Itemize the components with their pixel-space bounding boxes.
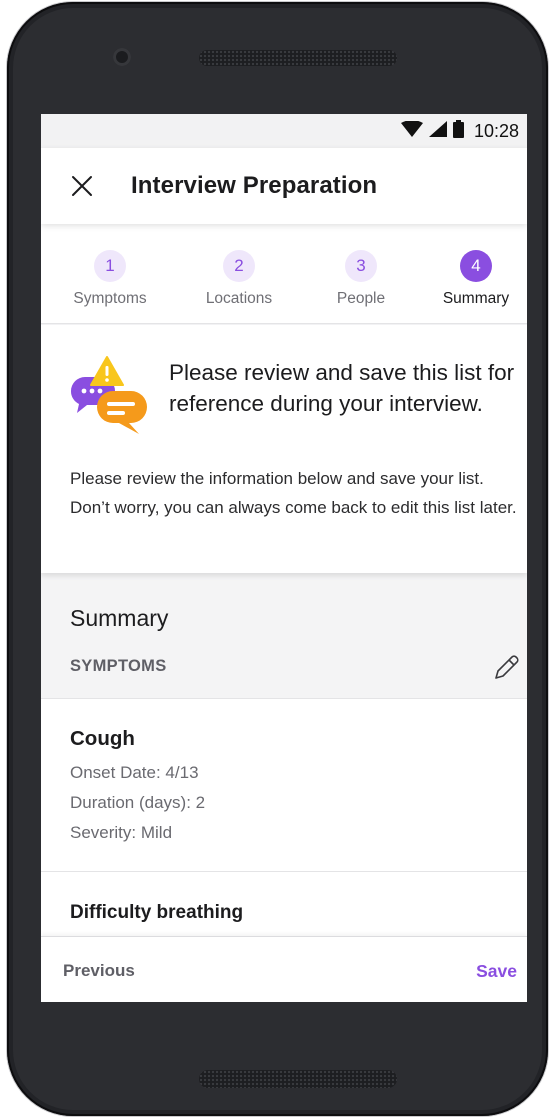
step-number: 3 <box>345 250 377 282</box>
step-symptoms[interactable]: 1 Symptoms <box>50 250 170 308</box>
step-label: Locations <box>205 290 273 307</box>
close-icon <box>72 176 92 196</box>
status-time: 10:28 <box>473 120 519 141</box>
symptom-card: Difficulty breathing <box>41 871 527 936</box>
bottom-speaker <box>199 1070 397 1088</box>
edit-symptoms-button[interactable] <box>489 651 523 685</box>
status-bar: 10:28 <box>41 114 527 148</box>
symptom-name: Difficulty breathing <box>70 902 244 923</box>
step-label: People <box>336 290 386 307</box>
intro-card: Please review and save this list for ref… <box>41 325 527 573</box>
symptom-severity: Severity: Mild <box>70 823 173 842</box>
step-locations[interactable]: 2 Locations <box>179 250 299 308</box>
section-label-symptoms: SYMPTOMS <box>70 657 167 675</box>
phone-frame: 10:28 Interview Preparation 1 Symptoms 2… <box>7 2 548 1116</box>
progress-stepper: 1 Symptoms 2 Locations 3 People 4 Summar… <box>41 224 527 324</box>
pencil-icon <box>495 655 519 679</box>
previous-button[interactable]: Previous <box>63 961 135 981</box>
step-number: 1 <box>94 250 126 282</box>
step-number: 2 <box>223 250 255 282</box>
app-screen: 10:28 Interview Preparation 1 Symptoms 2… <box>41 114 527 1002</box>
symptom-card: Cough Onset Date: 4/13 Duration (days): … <box>41 698 527 871</box>
step-number: 4 <box>460 250 492 282</box>
summary-header: Summary SYMPTOMS <box>41 573 527 699</box>
intro-body: Please review the information below and … <box>70 469 517 517</box>
step-label: Symptoms <box>73 290 147 307</box>
step-summary[interactable]: 4 Summary <box>416 250 527 308</box>
front-camera <box>113 48 131 66</box>
app-bar: Interview Preparation <box>41 148 527 224</box>
save-button[interactable]: Save <box>476 961 517 982</box>
symptom-onset-date: Onset Date: 4/13 <box>70 763 199 782</box>
step-label: Summary <box>442 290 510 307</box>
signal-icon <box>428 120 447 142</box>
summary-title: Summary <box>70 605 169 631</box>
page-title: Interview Preparation <box>131 172 378 199</box>
wifi-icon <box>400 119 423 142</box>
close-button[interactable] <box>41 148 131 224</box>
symptom-name: Cough <box>70 727 135 750</box>
battery-icon <box>452 119 464 143</box>
earpiece-speaker <box>199 50 397 66</box>
chat-bubbles-warning-icon <box>70 356 147 434</box>
symptom-duration: Duration (days): 2 <box>70 793 206 812</box>
bottom-action-bar: Previous Save <box>41 936 527 1002</box>
intro-headline: Please review and save this list for ref… <box>169 360 515 416</box>
step-people[interactable]: 3 People <box>301 250 421 308</box>
